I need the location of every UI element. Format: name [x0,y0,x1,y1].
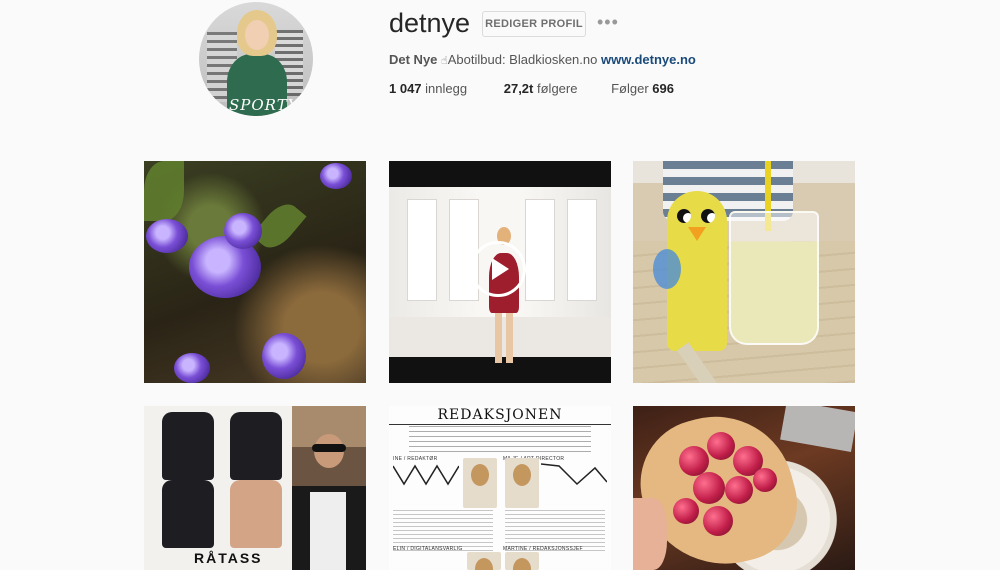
post-tile-video[interactable] [389,161,611,383]
post-tile-flowers[interactable] [144,161,366,383]
video-window [407,199,437,301]
staff-portrait [467,552,501,570]
pointing-hand-icon: ☝ [441,55,448,67]
profile-avatar[interactable]: SPORTY [199,2,313,116]
mood-line-chart [541,463,607,486]
video-window [567,199,597,301]
jacket-item [162,412,214,480]
profile-bio: Det Nye ☝Abotilbud: Bladkiosken.no www.d… [389,52,696,67]
edit-profile-button[interactable]: REDIGER PROFIL [482,11,586,37]
profile-username: detnye [389,8,471,38]
jackets-overlay-text: RÅTASS [194,550,263,566]
following-label: Følger [611,81,649,96]
raspberry [725,476,753,504]
flower-shape [174,353,210,383]
profile-full-name: Det Nye [389,52,438,67]
post-tile-pie-coffee[interactable] [633,406,855,570]
post-tile-chick-smoothie[interactable] [633,161,855,383]
staff-portrait [505,552,539,570]
post-tile-editorial[interactable]: REDAKSJONEN INE / REDAKTØR MILJE / ART D… [389,406,611,570]
more-options-icon[interactable]: ••• [597,12,619,33]
raspberry [693,472,725,504]
smoothie-glass [729,211,819,345]
profile-bio-text: Abotilbud: Bladkiosken.no [447,52,598,67]
flower-shape [262,333,306,379]
model-shirt [310,492,346,570]
followers-label: følgere [537,81,578,96]
staff-portrait [505,458,539,508]
raspberry [673,498,699,524]
jacket-item [230,412,282,480]
jacket-item [162,480,214,548]
model-photo [292,406,366,570]
profile-stats: 1 047 innlegg 27,2t følgere Følger 696 [389,81,674,96]
chick-eye [677,209,691,223]
raspberry [707,432,735,460]
post-tile-jackets[interactable]: RÅTASS [144,406,366,570]
editorial-intro-text [409,426,591,452]
following-count: 696 [652,81,674,96]
jacket-item [230,480,282,548]
play-icon[interactable] [470,241,526,297]
raspberry [753,468,777,492]
mood-line-chart [393,464,459,486]
hand [633,498,667,570]
staff-portrait [463,458,497,508]
flower-shape [146,219,188,253]
followers-count: 27,2t [503,81,534,96]
raspberry [703,506,733,536]
video-person-legs [495,313,513,363]
video-window [525,199,555,301]
editorial-masthead: REDAKSJONEN [389,406,611,425]
avatar-cover-word: SPORTY [229,96,299,114]
editorial-role-label: ELIN / DIGITALANSVARLIG [393,546,463,552]
chick-beak [688,227,706,241]
video-window [449,199,479,301]
following-stat[interactable]: Følger 696 [611,81,674,96]
model-sunglasses [312,444,346,452]
posts-count: 1 047 [389,81,422,96]
flower-shape [320,163,352,189]
posts-count-stat: 1 047 innlegg [389,81,467,96]
newspaper [780,406,855,452]
avatar-face [245,20,269,50]
chick-feather [653,249,681,289]
chick-eye [701,209,715,223]
flower-shape [224,213,262,249]
leaf-shape [144,161,184,221]
profile-website-link[interactable]: www.detnye.no [601,52,696,67]
followers-stat[interactable]: 27,2t følgere [504,81,578,96]
posts-label: innlegg [425,81,468,96]
